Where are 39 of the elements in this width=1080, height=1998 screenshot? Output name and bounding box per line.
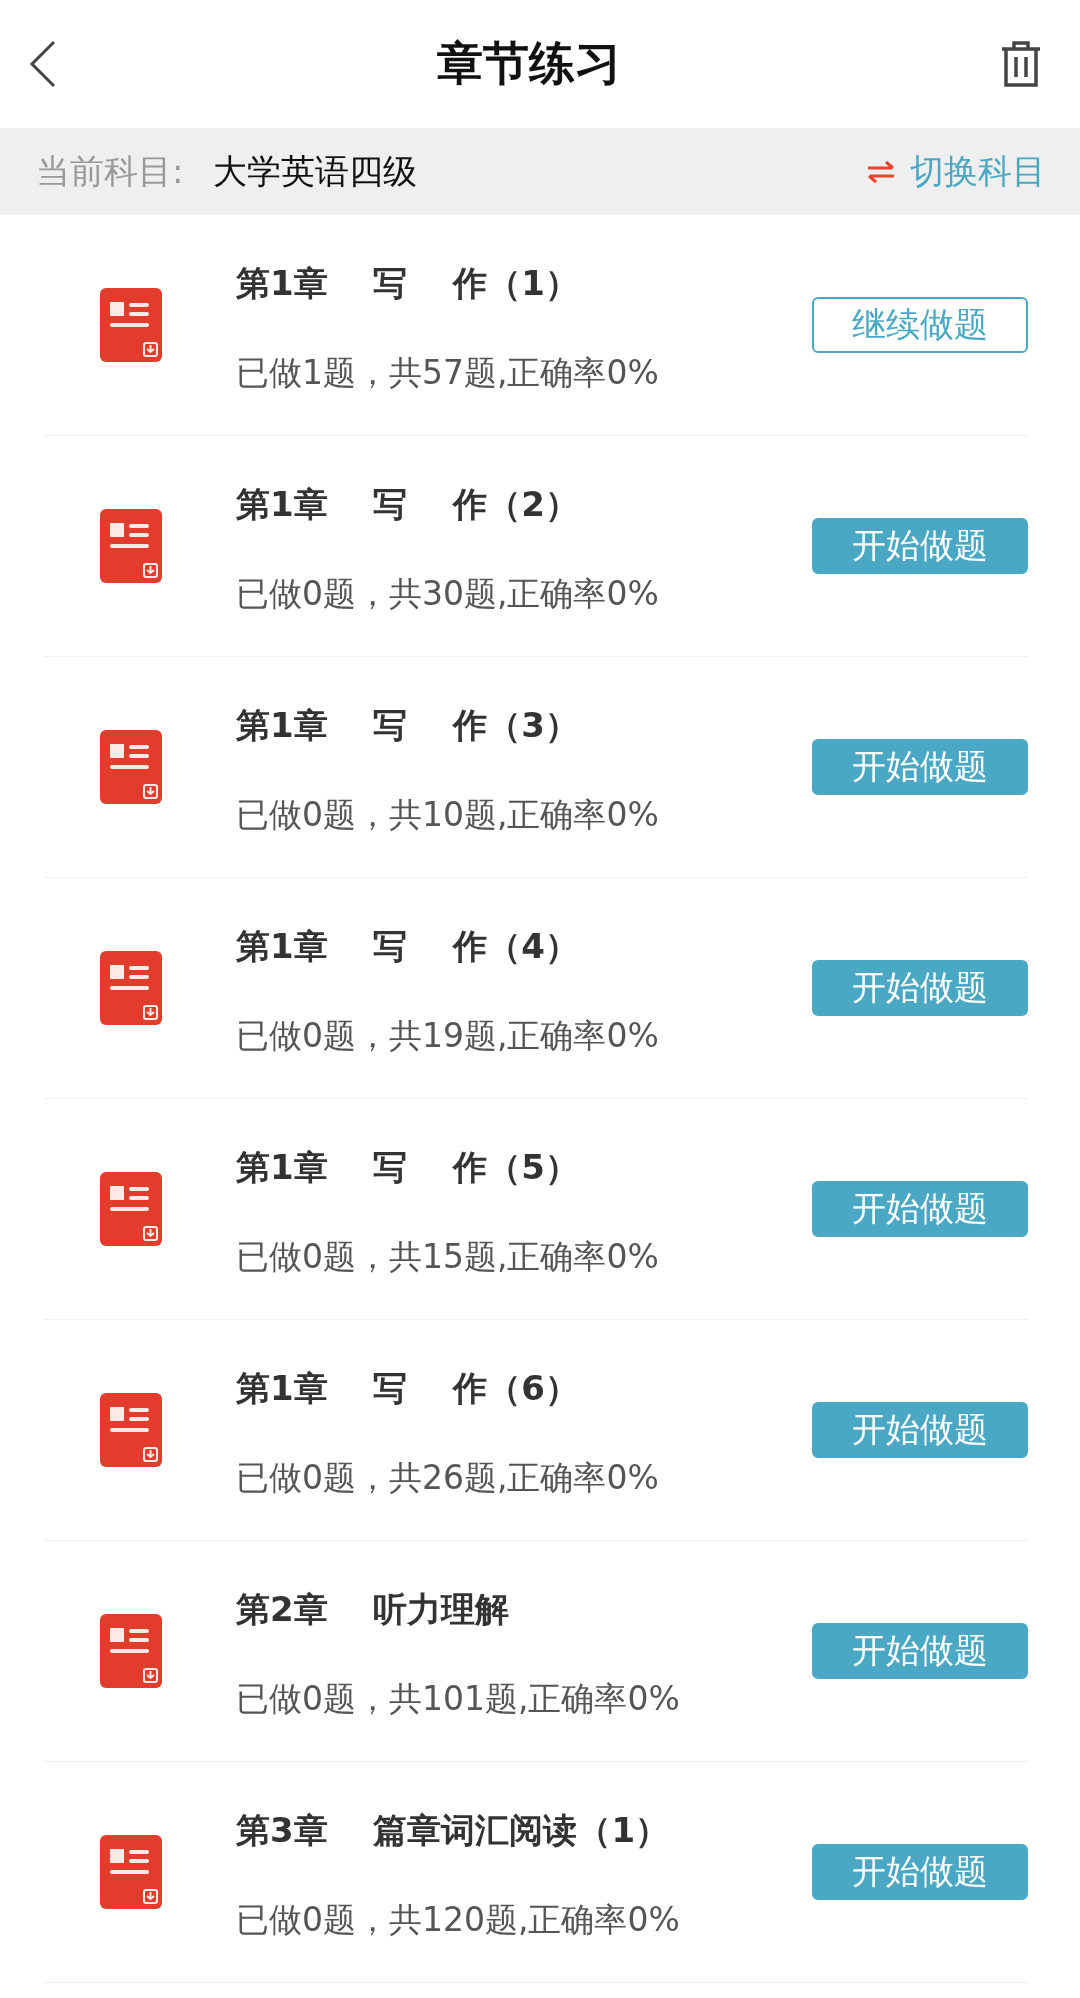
start-button[interactable]: 开始做题 [812, 960, 1028, 1016]
continue-button[interactable]: 继续做题 [812, 297, 1028, 353]
chapter-title: 第1章 写 作（5） [236, 1145, 580, 1189]
start-button[interactable]: 开始做题 [812, 1844, 1028, 1900]
trash-icon[interactable] [1000, 41, 1042, 87]
back-icon[interactable] [28, 39, 58, 89]
progress-text: 已做0题，共120题,正确率0% [236, 1898, 681, 1941]
swap-icon [866, 159, 896, 184]
progress-text: 已做0题，共10题,正确率0% [236, 793, 660, 836]
start-button[interactable]: 开始做题 [812, 1181, 1028, 1237]
start-button[interactable]: 开始做题 [812, 518, 1028, 574]
page-title: 章节练习 [437, 35, 621, 92]
subject-label: 当前科目: [36, 149, 184, 193]
subject-name: 大学英语四级 [213, 149, 419, 193]
chapter-title: 第2章 听力理解 [236, 1587, 511, 1631]
document-icon [100, 288, 162, 362]
start-button[interactable]: 开始做题 [812, 739, 1028, 795]
document-icon [100, 1835, 162, 1909]
chapter-title: 第3章 篇章词汇阅读（1） [236, 1808, 671, 1852]
document-icon [100, 509, 162, 583]
document-icon [100, 730, 162, 804]
chapter-title: 第1章 写 作（1） [236, 261, 580, 305]
progress-text: 已做0题，共15题,正确率0% [236, 1235, 660, 1278]
start-button[interactable]: 开始做题 [812, 1402, 1028, 1458]
document-icon [100, 1614, 162, 1688]
progress-text: 已做1题，共57题,正确率0% [236, 351, 660, 394]
chapter-title: 第1章 写 作（3） [236, 703, 580, 747]
chapter-title: 第1章 写 作（4） [236, 924, 580, 968]
progress-text: 已做0题，共19题,正确率0% [236, 1014, 660, 1057]
document-icon [100, 1172, 162, 1246]
switch-subject-link[interactable]: 切换科目 [866, 148, 1046, 195]
document-icon [100, 951, 162, 1025]
document-icon [100, 1393, 162, 1467]
progress-text: 已做0题，共30题,正确率0% [236, 572, 660, 615]
chapter-title: 第1章 写 作（2） [236, 482, 580, 526]
start-button[interactable]: 开始做题 [812, 1623, 1028, 1679]
progress-text: 已做0题，共101题,正确率0% [236, 1677, 681, 1720]
chapter-title: 第1章 写 作（6） [236, 1366, 580, 1410]
progress-text: 已做0题，共26题,正确率0% [236, 1456, 660, 1499]
